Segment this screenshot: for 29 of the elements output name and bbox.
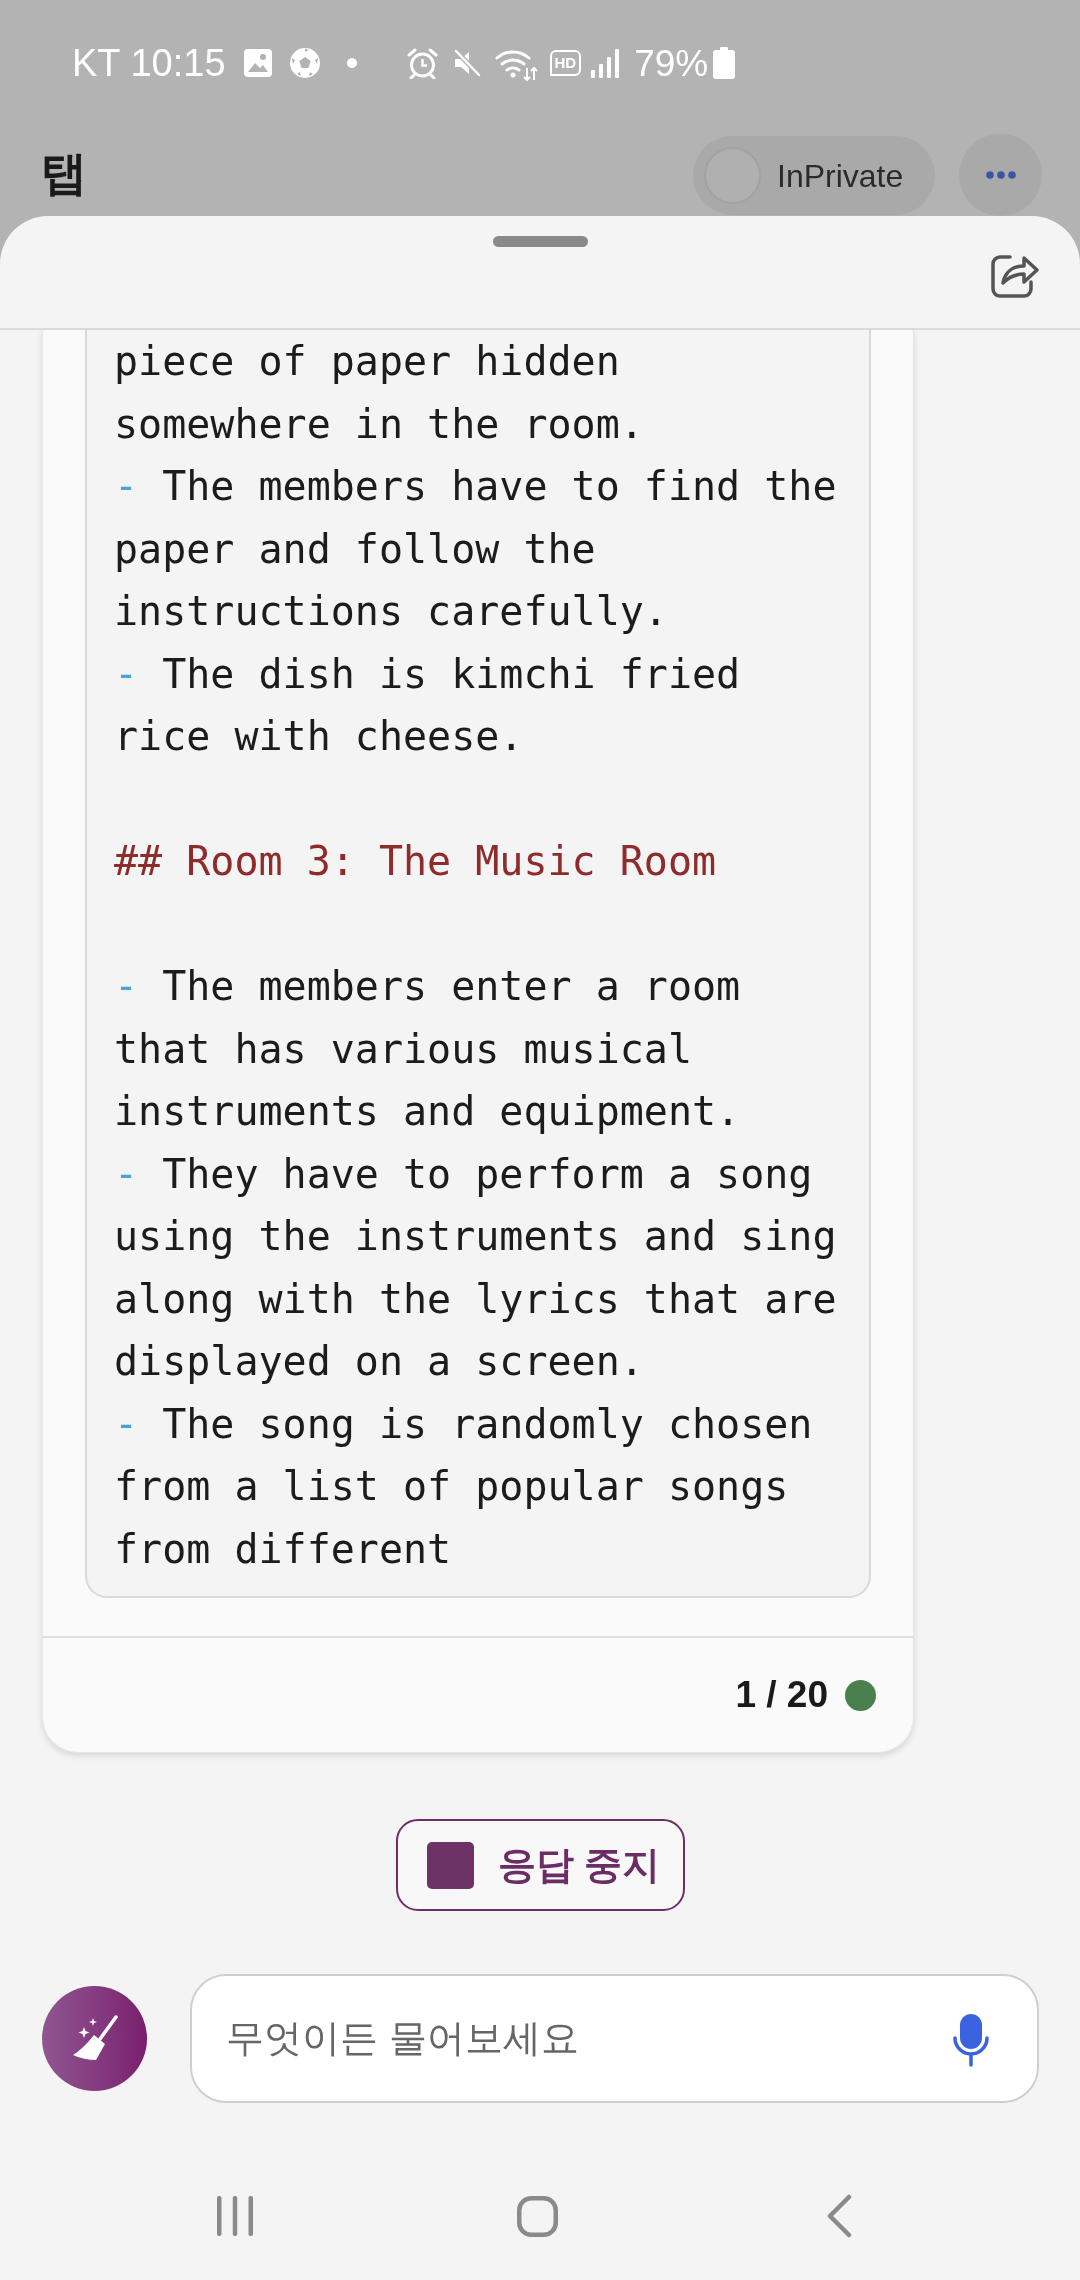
notification-dot-icon bbox=[346, 58, 357, 68]
more-icon bbox=[985, 171, 1016, 179]
ask-input-field[interactable]: 무엇이든 물어보세요 bbox=[190, 1974, 1039, 2103]
back-icon[interactable] bbox=[826, 2194, 852, 2238]
signal-icon bbox=[591, 48, 621, 78]
list-item-text: - The song is randomly chosen from a list of popular songs from different bbox=[114, 1399, 814, 1574]
recent-apps-icon[interactable] bbox=[217, 2196, 253, 2236]
home-icon[interactable] bbox=[517, 2195, 558, 2237]
carrier-time: KT 10:15 bbox=[72, 44, 226, 82]
gallery-icon bbox=[242, 48, 273, 78]
tab-title: 탭 bbox=[41, 146, 87, 201]
turn-counter: 1 / 20 bbox=[735, 1673, 828, 1718]
mute-icon bbox=[451, 48, 482, 78]
stop-icon bbox=[426, 1841, 474, 1889]
hd-indicator: HD bbox=[549, 50, 582, 76]
inprivate-toggle[interactable]: InPrivate bbox=[693, 136, 935, 215]
markdown-heading: ## Room 3: The Music Room bbox=[114, 837, 718, 886]
list-item-text: - The members enter a room that has various musical instruments and equipment. bbox=[114, 962, 742, 1136]
list-item-text: - They have to perform a song using the instruments and sing along with the lyrics that are displayed on a screen. bbox=[114, 1149, 838, 1386]
list-item-text: - The dish is kimchi fried rice with cheese. bbox=[114, 649, 742, 761]
code-text: piece of paper hidden somewhere in the room. bbox=[114, 337, 645, 449]
mic-icon[interactable] bbox=[952, 2014, 990, 2067]
list-item-text: - The members have to find the paper and follow the instructions carefully. bbox=[114, 462, 838, 636]
alarm-icon bbox=[406, 47, 438, 79]
battery-icon bbox=[713, 47, 736, 79]
stop-response-button[interactable]: 응답 중지 bbox=[395, 1819, 685, 1911]
battery-percent: 79% bbox=[634, 44, 709, 82]
soccer-ball-icon bbox=[288, 47, 321, 79]
drag-handle[interactable] bbox=[492, 236, 588, 247]
